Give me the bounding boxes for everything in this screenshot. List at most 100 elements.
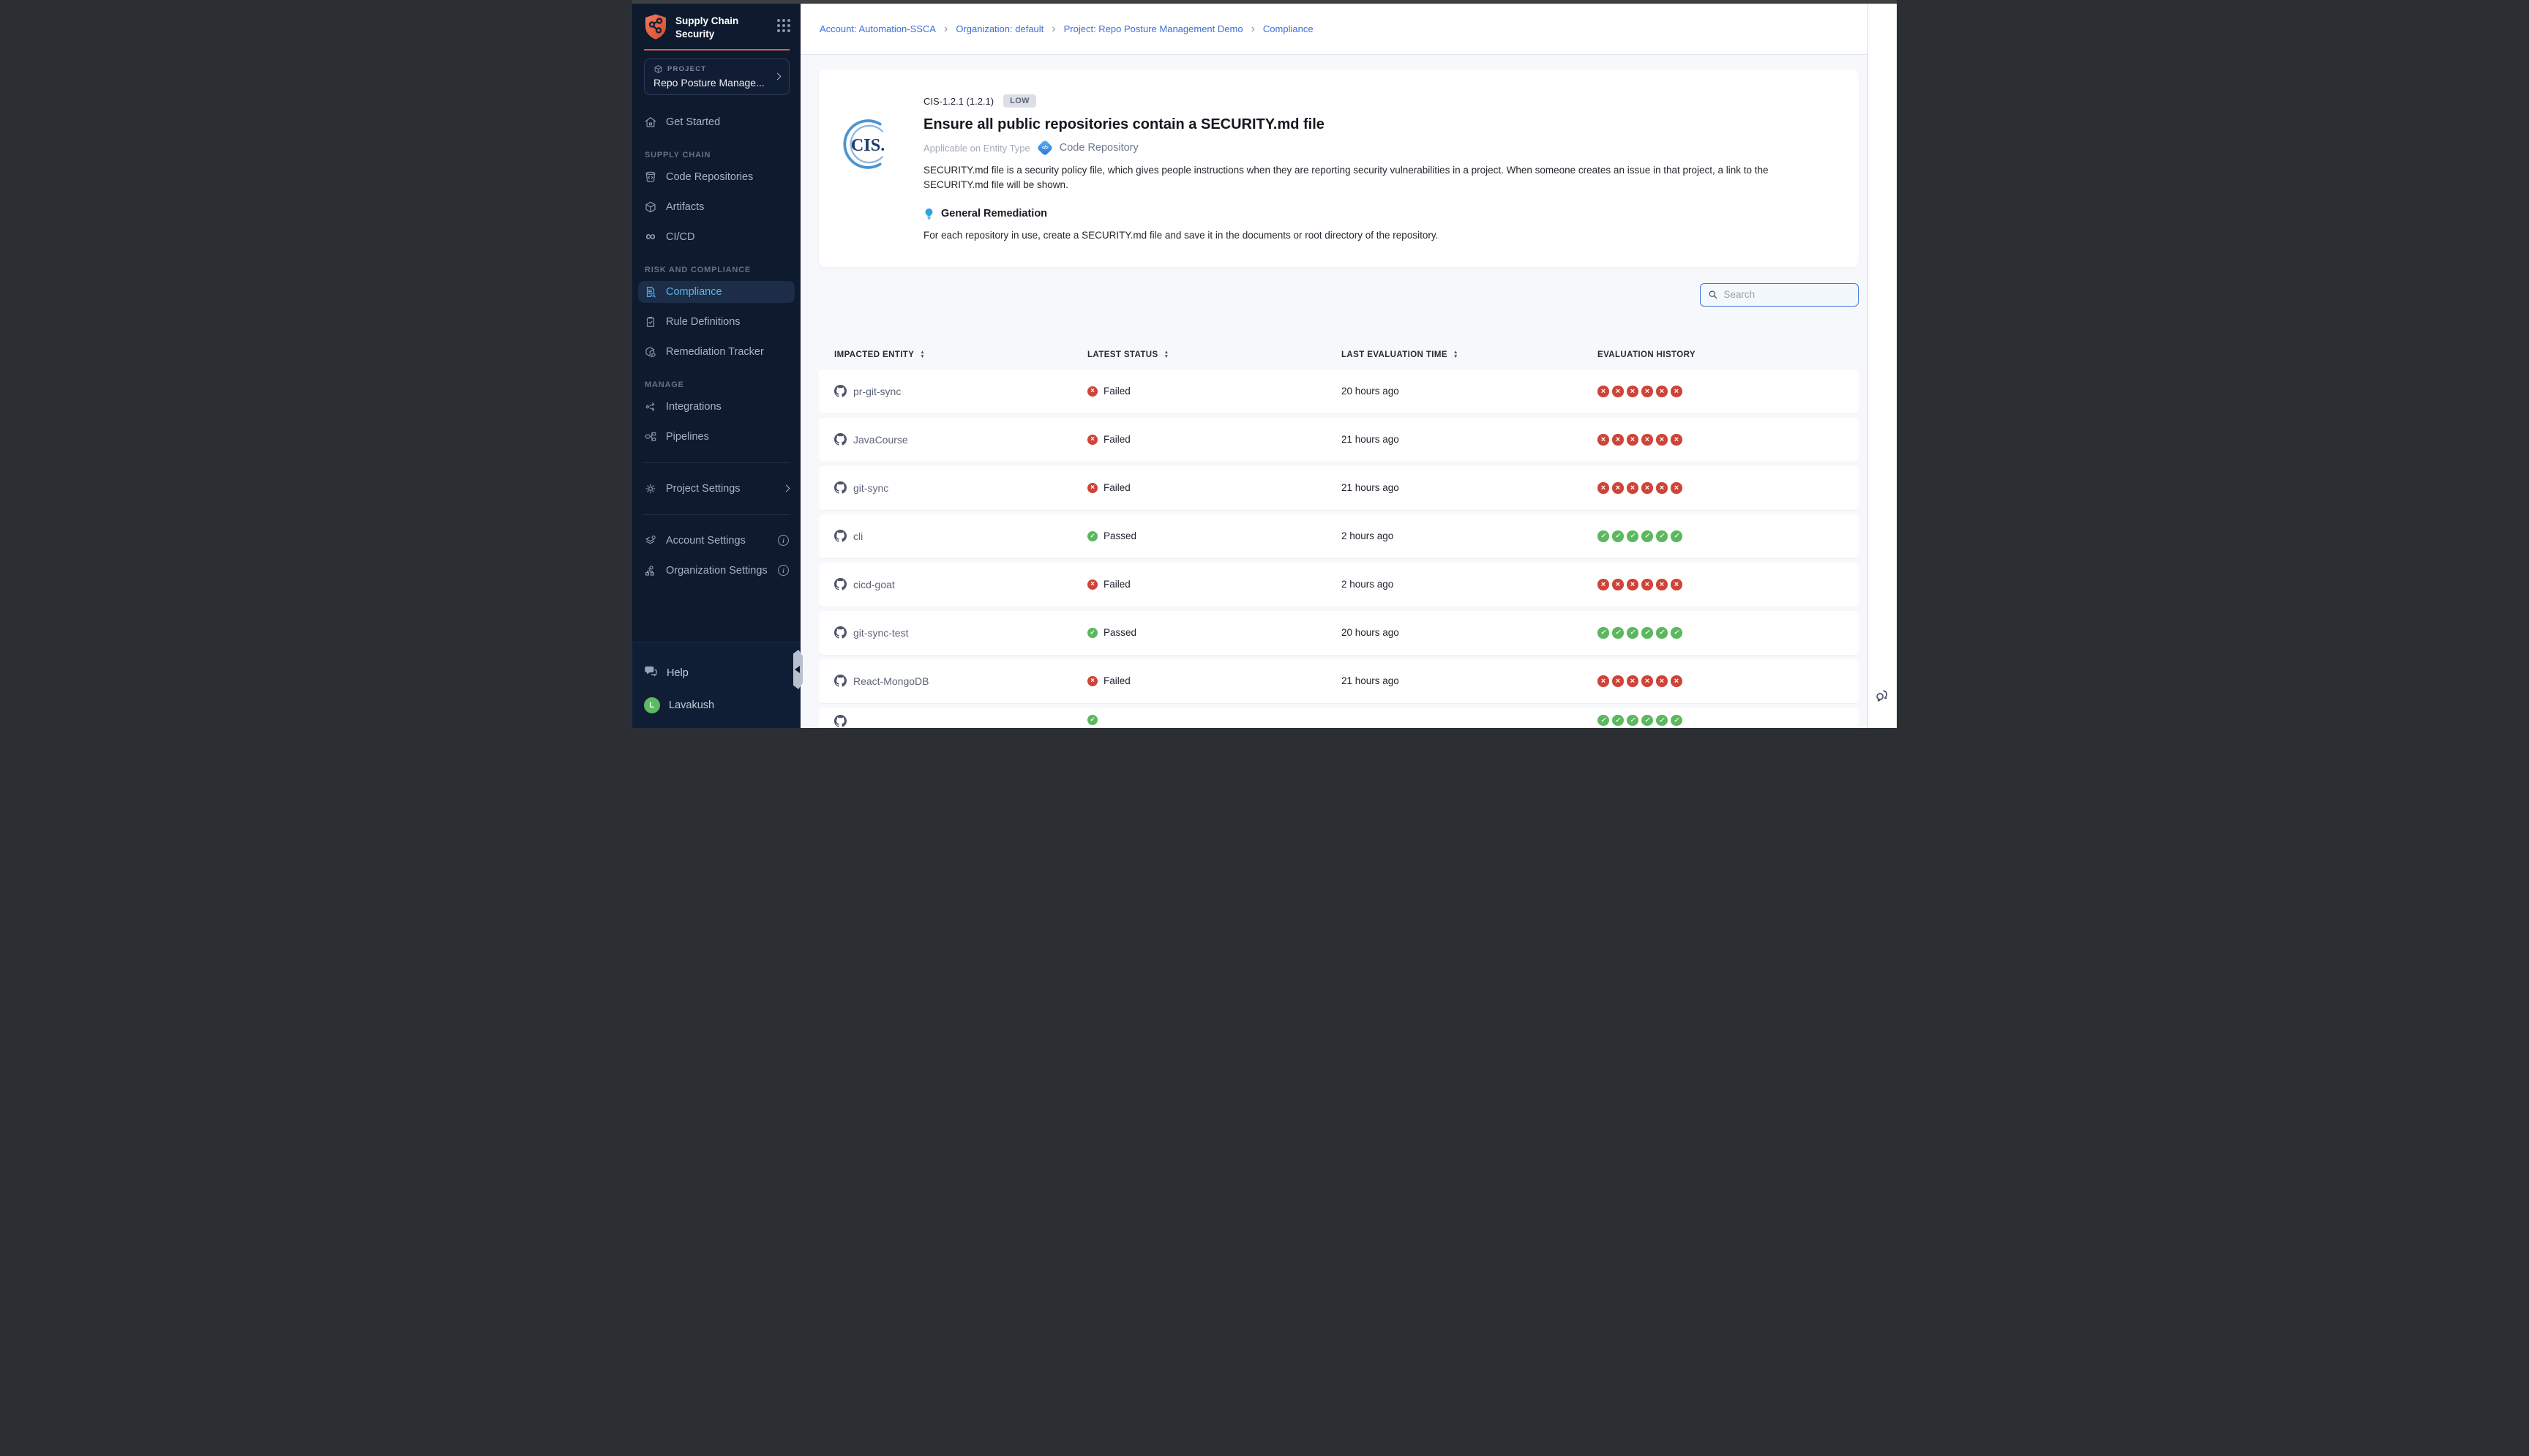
status-label: Passed (1104, 627, 1136, 638)
search-box (1700, 283, 1859, 307)
table-row[interactable]: JavaCourse Failed 21 hours ago (819, 418, 1859, 462)
org-hierarchy-gear-icon (644, 564, 657, 577)
sidebar-item-organization-settings[interactable]: Organization Settings i (638, 560, 795, 582)
sidebar-item-label: Artifacts (666, 201, 704, 213)
browser-top-strip (632, 0, 1897, 4)
help-button[interactable]: Help (644, 664, 789, 681)
infinity-icon: ∞ (644, 230, 657, 244)
entity-name[interactable]: git-sync (853, 482, 888, 494)
entity-name[interactable]: cicd-goat (853, 579, 895, 590)
table-row[interactable]: React-MongoDB Failed 21 hours ago (819, 659, 1859, 703)
last-evaluation-time: 21 hours ago (1341, 434, 1597, 445)
history-fail-icon (1597, 434, 1609, 446)
sidebar-item-label: Compliance (666, 286, 722, 298)
evaluation-history (1597, 386, 1859, 397)
status-icon (1087, 531, 1098, 541)
layers-gear-icon (644, 534, 657, 547)
section-label-manage: MANAGE (645, 380, 795, 389)
table-row[interactable]: cicd-goat Failed 2 hours ago (819, 563, 1859, 607)
sidebar-item-artifacts[interactable]: Artifacts (638, 196, 795, 218)
right-scrollbar-gutter[interactable] (1867, 4, 1897, 728)
code-repository-icon (644, 170, 657, 184)
support-chat-icon[interactable] (1874, 687, 1891, 708)
info-icon[interactable]: i (778, 535, 789, 546)
sidebar-item-label: Pipelines (666, 431, 709, 443)
table-row[interactable]: pr-git-sync Failed 20 hours ago (819, 369, 1859, 413)
sidebar-item-code-repositories[interactable]: Code Repositories (638, 166, 795, 188)
history-fail-icon (1671, 482, 1682, 494)
evaluation-history (1597, 708, 1859, 727)
breadcrumb-separator: › (944, 23, 948, 35)
sidebar-item-remediation-tracker[interactable]: Remediation Tracker (638, 341, 795, 363)
evaluation-history (1597, 482, 1859, 494)
sort-icon: ▲▼ (920, 350, 925, 359)
column-header-latest-status[interactable]: LATEST STATUS▲▼ (1087, 350, 1341, 359)
github-icon (834, 530, 847, 542)
history-fail-icon (1641, 579, 1653, 590)
info-icon[interactable]: i (778, 565, 789, 576)
sidebar-item-pipelines[interactable]: Pipelines (638, 426, 795, 448)
svg-text:CIS.: CIS. (851, 135, 885, 155)
status-icon (1087, 579, 1098, 590)
breadcrumb-project[interactable]: Project: Repo Posture Management Demo (1064, 23, 1243, 34)
entity-name[interactable]: React-MongoDB (853, 675, 929, 687)
history-fail-icon (1627, 675, 1638, 687)
user-menu[interactable]: L Lavakush (644, 697, 789, 713)
last-evaluation-time: 2 hours ago (1341, 530, 1597, 541)
sidebar-item-project-settings[interactable]: Project Settings (638, 478, 795, 500)
remediation-title: General Remediation (941, 208, 1047, 219)
table-row[interactable]: cli Passed 2 hours ago (819, 514, 1859, 558)
sidebar-item-label: Account Settings (666, 535, 746, 547)
sidebar-item-rule-definitions[interactable]: Rule Definitions (638, 311, 795, 333)
breadcrumb-compliance[interactable]: Compliance (1263, 23, 1314, 34)
sidebar-item-account-settings[interactable]: Account Settings i (638, 530, 795, 552)
breadcrumb-account[interactable]: Account: Automation-SSCA (820, 23, 936, 34)
sidebar-item-compliance[interactable]: Compliance (638, 281, 795, 303)
rule-title: Ensure all public repositories contain a… (923, 116, 1829, 133)
search-input[interactable] (1723, 289, 1851, 300)
sidebar-item-label: Rule Definitions (666, 316, 741, 328)
breadcrumb: Account: Automation-SSCA › Organization:… (801, 4, 1867, 55)
status-icon (1087, 715, 1098, 725)
main-content: Account: Automation-SSCA › Organization:… (801, 4, 1867, 728)
sidebar-item-integrations[interactable]: Integrations (638, 396, 795, 418)
history-fail-icon (1656, 386, 1668, 397)
status-label: Failed (1104, 675, 1131, 686)
history-fail-icon (1641, 675, 1653, 687)
status-icon (1087, 435, 1098, 445)
table-row[interactable]: git-sync Failed 21 hours ago (819, 466, 1859, 510)
integrations-icon (644, 400, 657, 413)
status-icon (1087, 676, 1098, 686)
history-pass-icon (1612, 530, 1624, 542)
history-fail-icon (1641, 482, 1653, 494)
entity-name[interactable]: JavaCourse (853, 434, 908, 446)
impacted-entities-table: IMPACTED ENTITY▲▼ LATEST STATUS▲▼ LAST E… (819, 350, 1859, 728)
entity-name[interactable]: git-sync-test (853, 627, 908, 639)
entity-name[interactable]: cli (853, 530, 863, 542)
history-fail-icon (1641, 434, 1653, 446)
table-row[interactable]: git-sync-test Passed 20 hours ago (819, 611, 1859, 655)
sidebar-item-label: Code Repositories (666, 171, 753, 183)
column-header-last-evaluation-time[interactable]: LAST EVALUATION TIME▲▼ (1341, 350, 1597, 359)
history-fail-icon (1612, 675, 1624, 687)
history-fail-icon (1597, 675, 1609, 687)
sidebar-item-cicd[interactable]: ∞ CI/CD (638, 226, 795, 248)
last-evaluation-time (1341, 708, 1597, 715)
user-name: Lavakush (669, 699, 714, 711)
app-switcher-icon[interactable] (777, 13, 790, 32)
table-row[interactable] (819, 708, 1859, 728)
sort-icon: ▲▼ (1453, 350, 1458, 359)
status-icon (1087, 483, 1098, 493)
status-label: Passed (1104, 530, 1136, 541)
breadcrumb-organization[interactable]: Organization: default (956, 23, 1044, 34)
column-header-impacted-entity[interactable]: IMPACTED ENTITY▲▼ (834, 350, 1087, 359)
history-fail-icon (1656, 482, 1668, 494)
sidebar-item-get-started[interactable]: Get Started (638, 111, 795, 133)
history-fail-icon (1671, 434, 1682, 446)
project-selector[interactable]: PROJECT Repo Posture Manage... (644, 59, 790, 95)
entity-name[interactable]: pr-git-sync (853, 386, 901, 397)
cis-logo: CIS. (840, 116, 896, 172)
sidebar-item-label: Remediation Tracker (666, 346, 764, 358)
chevron-left-icon (795, 666, 800, 673)
sidebar-collapse-handle[interactable] (793, 650, 803, 689)
